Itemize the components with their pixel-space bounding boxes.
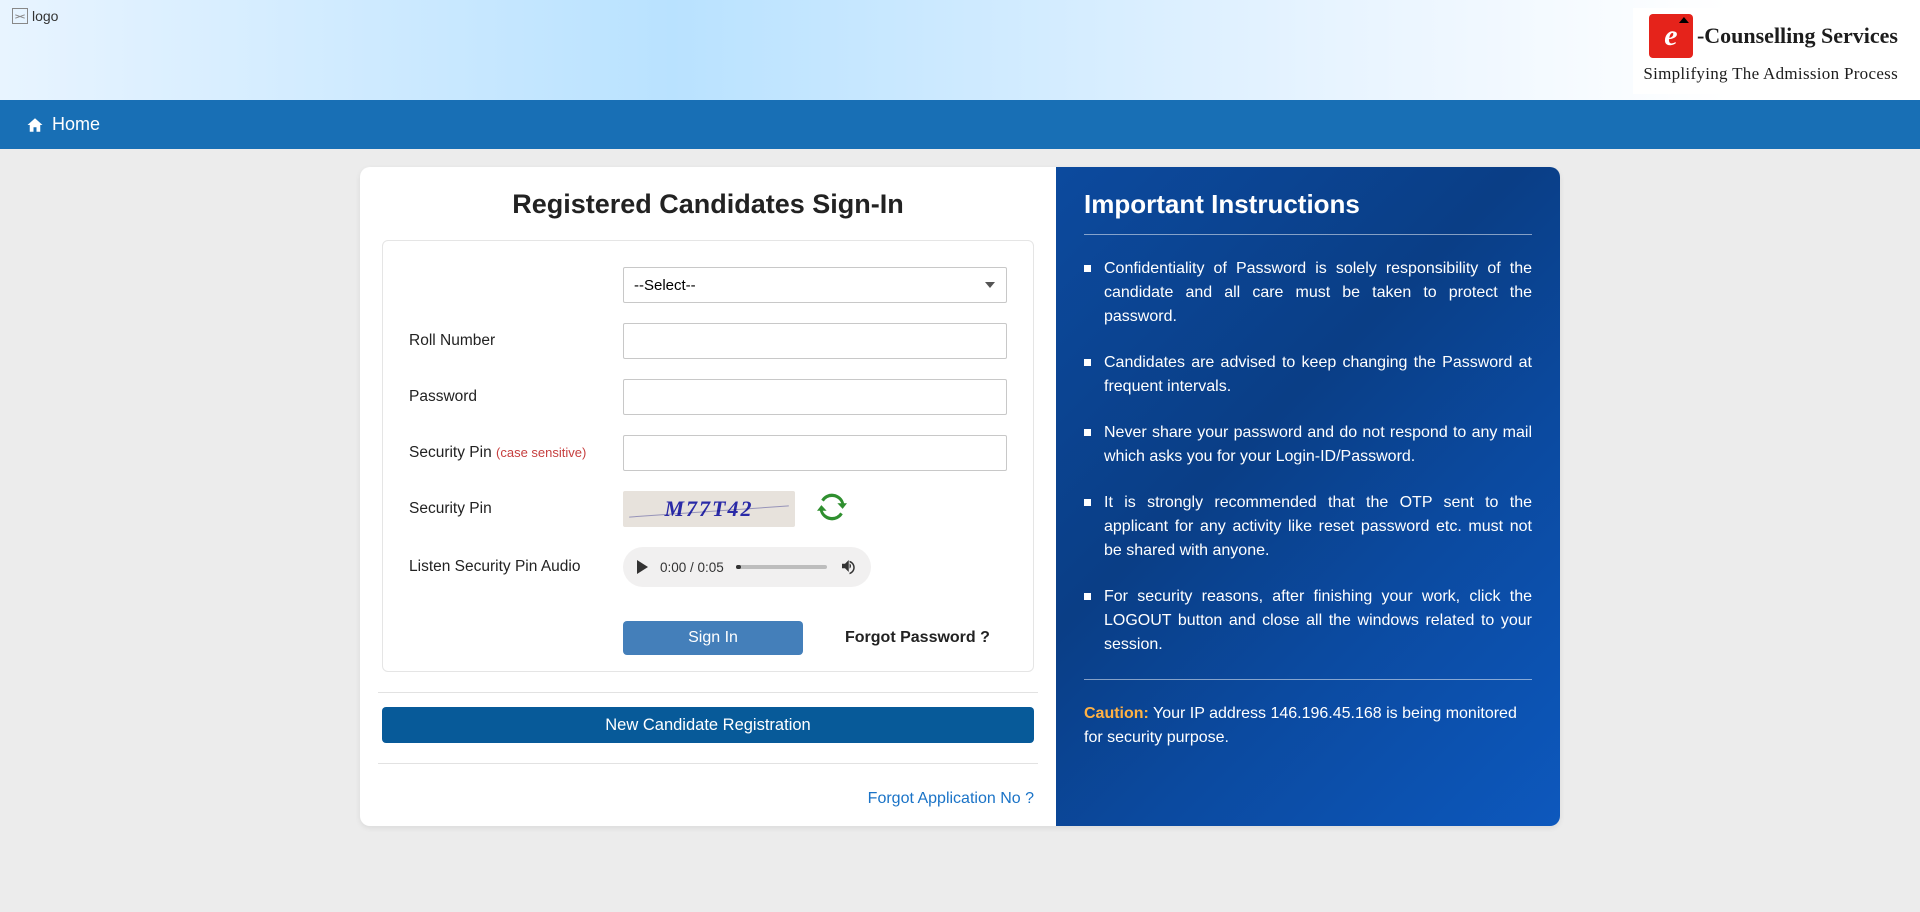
refresh-captcha-icon[interactable] bbox=[817, 492, 847, 527]
signin-button[interactable]: Sign In bbox=[623, 621, 803, 655]
instructions-panel: Important Instructions Confidentiality o… bbox=[1056, 167, 1560, 826]
label-roll: Roll Number bbox=[409, 332, 609, 350]
label-password: Password bbox=[409, 388, 609, 406]
instructions-divider-2 bbox=[1084, 679, 1532, 680]
instruction-item: For security reasons, after finishing yo… bbox=[1084, 585, 1532, 657]
security-pin-input[interactable] bbox=[623, 435, 1007, 471]
service-brand-box: e -Counselling Services Simplifying The … bbox=[1633, 8, 1908, 94]
new-registration-button[interactable]: New Candidate Registration bbox=[382, 707, 1034, 743]
exam-select-wrap: --Select-- bbox=[623, 267, 1007, 303]
main-card: Registered Candidates Sign-In --Select--… bbox=[360, 167, 1560, 826]
brand-title: -Counselling Services bbox=[1697, 23, 1898, 49]
signin-form: --Select-- Roll Number Password Security… bbox=[382, 240, 1034, 672]
brand-tagline: Simplifying The Admission Process bbox=[1643, 64, 1898, 84]
instructions-list: Confidentiality of Password is solely re… bbox=[1084, 257, 1532, 657]
caution-body: Your IP address 146.196.45.168 is being … bbox=[1084, 705, 1517, 746]
home-icon bbox=[26, 116, 44, 134]
audio-player[interactable]: 0:00 / 0:05 bbox=[623, 547, 871, 587]
volume-icon[interactable] bbox=[839, 557, 857, 578]
logo-alt-text: logo bbox=[32, 8, 58, 24]
forgot-password-link[interactable]: Forgot Password ? bbox=[845, 629, 990, 647]
audio-progress[interactable] bbox=[736, 565, 827, 569]
logo-broken: logo bbox=[12, 8, 58, 24]
instructions-title: Important Instructions bbox=[1084, 189, 1532, 220]
signin-panel: Registered Candidates Sign-In --Select--… bbox=[360, 167, 1056, 826]
roll-number-input[interactable] bbox=[623, 323, 1007, 359]
label-security-pin-input: Security Pin (case sensitive) bbox=[409, 444, 609, 462]
password-input[interactable] bbox=[623, 379, 1007, 415]
nav-home-label: Home bbox=[52, 114, 100, 135]
instruction-item: Candidates are advised to keep changing … bbox=[1084, 351, 1532, 399]
instruction-item: Never share your password and do not res… bbox=[1084, 421, 1532, 469]
instruction-item: Confidentiality of Password is solely re… bbox=[1084, 257, 1532, 329]
e-counselling-icon: e bbox=[1649, 14, 1693, 58]
instruction-item: It is strongly recommended that the OTP … bbox=[1084, 491, 1532, 563]
play-icon[interactable] bbox=[637, 560, 648, 574]
caution-text: Caution: Your IP address 146.196.45.168 … bbox=[1084, 702, 1532, 750]
captcha-image: M77T42 bbox=[623, 491, 795, 527]
caution-label: Caution: bbox=[1084, 705, 1149, 722]
signin-title: Registered Candidates Sign-In bbox=[382, 189, 1034, 220]
exam-select[interactable]: --Select-- bbox=[623, 267, 1007, 303]
label-audio: Listen Security Pin Audio bbox=[409, 558, 609, 576]
nav-bar: Home bbox=[0, 100, 1920, 149]
nav-home[interactable]: Home bbox=[26, 114, 100, 135]
broken-image-icon bbox=[12, 8, 28, 24]
divider bbox=[378, 692, 1038, 693]
label-security-pin-display: Security Pin bbox=[409, 500, 609, 518]
header-band: logo e -Counselling Services Simplifying… bbox=[0, 0, 1920, 100]
instructions-divider bbox=[1084, 234, 1532, 235]
audio-time: 0:00 / 0:05 bbox=[660, 560, 724, 575]
forgot-application-no-link[interactable]: Forgot Application No ? bbox=[382, 790, 1034, 808]
divider-2 bbox=[378, 763, 1038, 764]
